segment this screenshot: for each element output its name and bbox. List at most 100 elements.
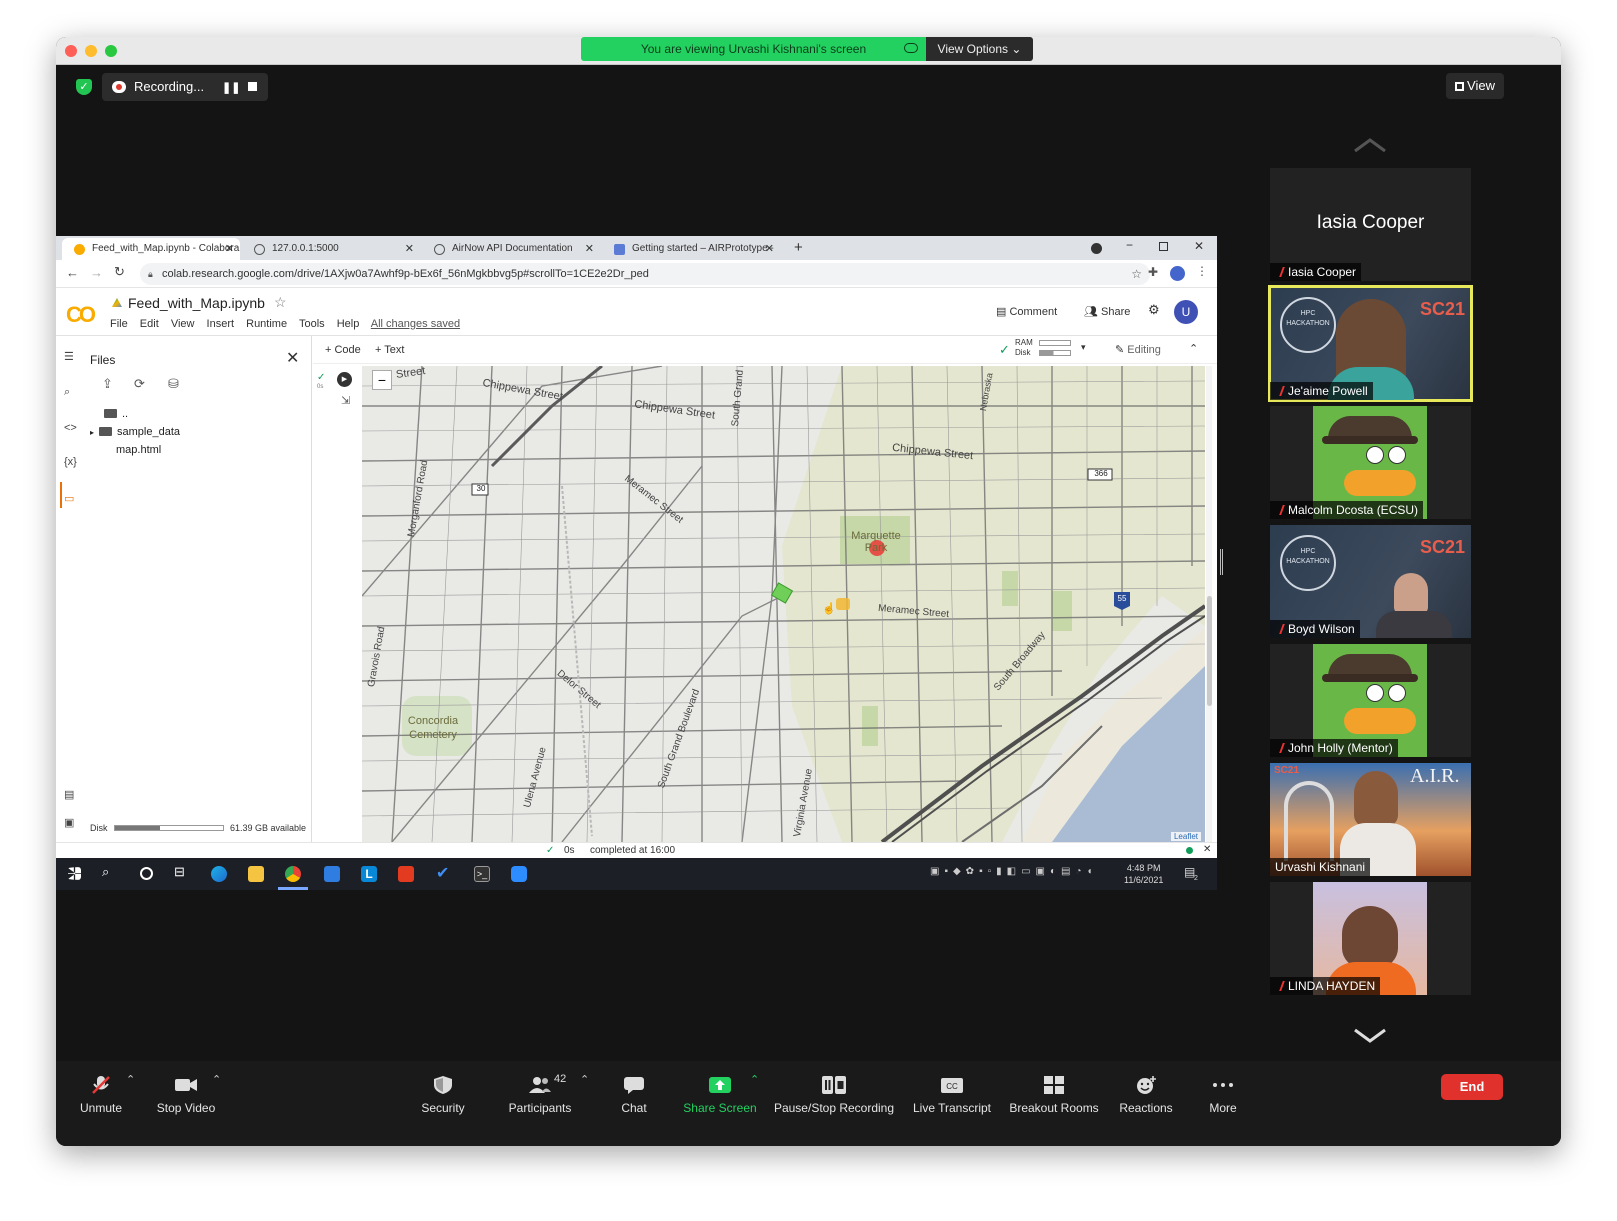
output-action-icon[interactable]: ⇲: [341, 394, 350, 407]
settings-gear-icon[interactable]: ⚙: [1148, 302, 1160, 318]
notebook-scroll-thumb[interactable]: [1207, 596, 1212, 706]
stop-recording-button[interactable]: [248, 82, 257, 91]
share-button[interactable]: 👥︎ Share: [1084, 305, 1130, 318]
taskbar-search-icon[interactable]: ⌕: [102, 864, 109, 880]
reload-icon[interactable]: ↻: [114, 264, 125, 280]
scroll-down-chevron-icon[interactable]: [1353, 1027, 1387, 1043]
close-tab-icon[interactable]: ✕: [225, 238, 234, 260]
close-status-icon[interactable]: ✕: [1203, 844, 1211, 855]
video-options-caret-icon[interactable]: ⌃: [212, 1073, 221, 1086]
menu-file[interactable]: File: [110, 318, 128, 330]
star-icon[interactable]: ☆: [274, 294, 287, 311]
refresh-folder-icon[interactable]: ⟳: [134, 376, 145, 392]
l-app-icon[interactable]: L: [361, 866, 377, 882]
chrome-icon[interactable]: [285, 866, 301, 882]
minimize-window-button[interactable]: [85, 45, 97, 57]
todo-check-icon[interactable]: ✔: [436, 863, 449, 883]
file-parent-dir[interactable]: ..: [104, 408, 128, 420]
security-shield-icon[interactable]: ✓: [76, 79, 92, 95]
menu-insert[interactable]: Insert: [207, 318, 235, 330]
editing-mode-button[interactable]: ✎ Editing: [1115, 343, 1161, 356]
unmute-button[interactable]: Unmute: [78, 1075, 124, 1115]
variables-icon[interactable]: {x}: [64, 456, 77, 468]
mount-drive-icon[interactable]: ⛁: [168, 376, 179, 392]
reactions-button[interactable]: Reactions: [1118, 1075, 1174, 1115]
live-transcript-button[interactable]: CC Live Transcript: [910, 1075, 994, 1115]
zoom-app-icon[interactable]: [511, 866, 527, 882]
zoom-out-button[interactable]: −: [372, 370, 392, 390]
participant-tile-boyd[interactable]: HPC HACKATHON SC21 Boyd Wilson: [1270, 525, 1471, 638]
edge-browser-icon[interactable]: [211, 866, 227, 882]
menu-help[interactable]: Help: [337, 318, 360, 330]
leaflet-map[interactable]: Street Chippewa Street Chippewa Street C…: [362, 366, 1205, 842]
leaflet-attribution[interactable]: Leaflet: [1170, 832, 1201, 841]
share-options-caret-icon[interactable]: ⌃: [750, 1073, 759, 1086]
file-folder-sample-data[interactable]: ▸ sample_data: [90, 426, 180, 438]
runtime-dropdown-icon[interactable]: ▾: [1081, 342, 1086, 353]
taskbar-clock[interactable]: 4:48 PM 11/6/2021: [1124, 862, 1163, 886]
breakout-rooms-button[interactable]: Breakout Rooms: [1008, 1075, 1100, 1115]
participant-tile-urvashi[interactable]: SC21 A.I.R. Urvashi Kishnani: [1270, 763, 1471, 876]
menu-runtime[interactable]: Runtime: [246, 318, 287, 330]
browser-tab-airnow[interactable]: AirNow API Documentation ✕: [422, 238, 600, 260]
toc-icon[interactable]: ☰: [64, 350, 74, 363]
share-screen-button[interactable]: Share Screen: [682, 1075, 758, 1115]
url-input[interactable]: 🔒︎ colab.research.google.com/drive/1AXjw…: [140, 263, 1150, 285]
browser-menu-icon[interactable]: ⋮: [1196, 264, 1208, 278]
security-button[interactable]: Security: [418, 1075, 468, 1115]
run-cell-icon[interactable]: ▶: [337, 372, 352, 387]
mail-icon[interactable]: [324, 866, 340, 882]
stop-video-button[interactable]: Stop Video: [154, 1075, 218, 1115]
menu-view[interactable]: View: [171, 318, 195, 330]
participant-tile-linda[interactable]: LINDA HAYDEN: [1270, 882, 1471, 995]
user-avatar[interactable]: U: [1174, 300, 1198, 324]
system-tray-icons[interactable]: ▣▪◆✿▪▫▮◧▭▣◐▤◔◖: [930, 866, 1098, 877]
comment-button[interactable]: ▤ Comment: [996, 305, 1057, 318]
view-options-button[interactable]: View Options ⌄: [926, 37, 1033, 61]
tab-search-icon[interactable]: [1091, 243, 1102, 254]
chat-button[interactable]: Chat: [618, 1075, 650, 1115]
minimize-icon[interactable]: −: [1126, 238, 1133, 252]
terminal-icon[interactable]: ▣: [64, 816, 74, 829]
browser-tab-airprototype[interactable]: Getting started – AIRPrototype - ✕: [602, 238, 780, 260]
view-button[interactable]: View: [1446, 73, 1504, 99]
new-tab-icon[interactable]: +: [794, 239, 803, 256]
code-snippets-icon[interactable]: <>: [64, 422, 77, 434]
add-text-button[interactable]: + Text: [375, 344, 404, 356]
task-view-icon[interactable]: ⊟: [174, 864, 185, 880]
office-icon[interactable]: [398, 866, 414, 882]
participant-tile-john[interactable]: John Holly (Mentor): [1270, 644, 1471, 757]
cortana-icon[interactable]: [140, 867, 153, 880]
forward-icon[interactable]: →: [90, 265, 103, 280]
pause-stop-recording-button[interactable]: Pause/Stop Recording: [772, 1075, 896, 1115]
command-palette-icon[interactable]: ▤: [64, 788, 74, 801]
menu-edit[interactable]: Edit: [140, 318, 159, 330]
maximize-window-button[interactable]: [105, 45, 117, 57]
menu-tools[interactable]: Tools: [299, 318, 325, 330]
file-map-html[interactable]: map.html: [104, 444, 161, 456]
upload-file-icon[interactable]: ⇪: [102, 376, 113, 392]
scroll-up-chevron-icon[interactable]: [1353, 137, 1387, 153]
pause-recording-button[interactable]: ❚❚: [222, 81, 240, 94]
bookmark-star-icon[interactable]: ☆: [1131, 263, 1142, 285]
profile-avatar-icon[interactable]: [1170, 266, 1185, 281]
extensions-icon[interactable]: ✚: [1148, 265, 1158, 279]
notebook-name[interactable]: Feed_with_Map.ipynb: [128, 295, 265, 311]
end-meeting-button[interactable]: End: [1441, 1074, 1503, 1100]
more-button[interactable]: More: [1206, 1075, 1240, 1115]
expand-arrow-icon[interactable]: ▸: [90, 428, 94, 437]
participant-tile-malcolm[interactable]: Malcolm Dcosta (ECSU): [1270, 406, 1471, 519]
close-tab-icon[interactable]: ✕: [765, 238, 774, 260]
close-window-button[interactable]: [65, 45, 77, 57]
participants-caret-icon[interactable]: ⌃: [580, 1073, 589, 1086]
search-icon[interactable]: ⌕: [64, 386, 70, 399]
audio-options-caret-icon[interactable]: ⌃: [126, 1073, 135, 1086]
restore-icon[interactable]: [1159, 242, 1168, 251]
browser-tab-colab[interactable]: Feed_with_Map.ipynb - Colabora ✕: [62, 238, 240, 260]
close-browser-icon[interactable]: ✕: [1194, 239, 1204, 253]
terminal-app-icon[interactable]: >_: [474, 866, 490, 882]
saved-status[interactable]: All changes saved: [371, 318, 460, 330]
browser-tab-localhost[interactable]: 127.0.0.1:5000 ✕: [242, 238, 420, 260]
file-explorer-icon[interactable]: [248, 866, 264, 882]
ram-disk-labels[interactable]: RAM Disk: [1015, 338, 1033, 358]
